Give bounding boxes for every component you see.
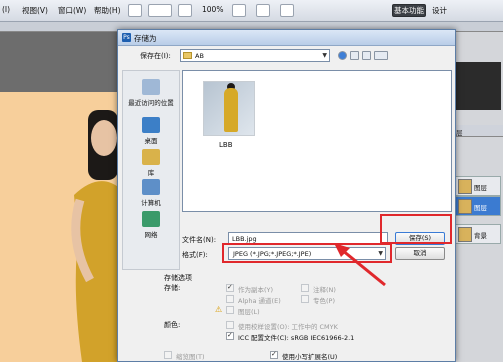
layer-thumbnail <box>458 179 472 194</box>
proof-checkbox[interactable] <box>226 321 234 329</box>
spot-label: 专色(P) <box>313 297 335 305</box>
toolbar-icon[interactable] <box>128 4 142 17</box>
format-label: 格式(F): <box>182 251 208 259</box>
place-label: 库 <box>147 169 155 177</box>
menu-window[interactable]: 窗口(W) <box>58 5 86 16</box>
layer-name: 背景 <box>474 232 487 240</box>
layer-thumbnail <box>458 227 472 242</box>
save-as-dialog: Ps 存储为 保存在(I): AB ▼ 最近访问的位置 桌面 库 计算机 网络 … <box>117 29 456 362</box>
notes-checkbox[interactable] <box>301 284 309 292</box>
recent-places-icon <box>142 79 160 95</box>
zoom-level[interactable]: 100% <box>202 5 223 14</box>
network-icon <box>142 211 160 227</box>
place-recent[interactable]: 最近访问的位置 <box>123 79 179 107</box>
place-label: 网络 <box>144 231 158 239</box>
workspace-button[interactable]: 基本功能 <box>392 4 426 17</box>
proof-label: 使用校样设置(O): 工作中的 CMYK <box>238 323 338 331</box>
layers-tab-label: 层 <box>456 129 463 137</box>
computer-icon <box>142 179 160 195</box>
layer-row-selected[interactable]: 图层 <box>455 196 501 216</box>
menu-help[interactable]: 帮助(H) <box>94 5 121 16</box>
layer-row[interactable]: 图层 <box>455 176 501 196</box>
layer-thumbnail <box>458 199 472 214</box>
place-computer[interactable]: 计算机 <box>123 179 179 207</box>
place-label: 桌面 <box>144 137 158 145</box>
thumbnail-label: 缩览图(T) <box>176 353 205 361</box>
canvas-image <box>71 110 122 362</box>
back-icon[interactable] <box>338 51 347 60</box>
dialog-title: 存储为 <box>134 34 157 43</box>
library-icon <box>142 149 160 165</box>
file-name-label: LBB <box>219 141 233 149</box>
spot-checkbox[interactable] <box>301 295 309 303</box>
storage-label: 存储: <box>164 284 181 292</box>
thumb-figure <box>224 88 238 132</box>
save-in-label: 保存在(I): <box>140 52 171 60</box>
up-folder-icon[interactable] <box>350 51 359 60</box>
toolbar-icon[interactable] <box>280 4 294 17</box>
filename-label: 文件名(N): <box>182 236 217 244</box>
toolbar-icon[interactable] <box>232 4 246 17</box>
photoshop-icon: Ps <box>122 33 131 42</box>
menu-item[interactable]: (I) <box>2 5 10 14</box>
cancel-button[interactable]: 取消 <box>395 247 445 260</box>
layer-name: 图层 <box>474 184 487 192</box>
copy-checkbox[interactable] <box>226 283 234 292</box>
icc-label: ICC 配置文件(C): sRGB IEC61966-2.1 <box>238 334 355 342</box>
save-options-title: 存储选项 <box>164 274 192 282</box>
folder-name: AB <box>195 52 204 60</box>
places-bar: 最近访问的位置 桌面 库 计算机 网络 <box>122 70 180 270</box>
layer-name: 图层 <box>474 204 487 212</box>
menu-view[interactable]: 视图(V) <box>22 5 48 16</box>
annotation-arrow <box>334 243 386 287</box>
ps-menu-bar: (I) 视图(V) 窗口(W) 帮助(H) 100% 基本功能 设计 <box>0 0 503 22</box>
thumbnail-checkbox[interactable] <box>164 351 172 359</box>
place-network[interactable]: 网络 <box>123 211 179 239</box>
warning-icon: ⚠ <box>215 305 223 314</box>
save-in-dropdown[interactable]: AB ▼ <box>180 49 330 62</box>
layers-panel-tab[interactable]: 层 <box>452 125 503 137</box>
file-thumbnail[interactable] <box>203 81 255 136</box>
layers-checkbox[interactable] <box>226 306 234 314</box>
place-libraries[interactable]: 库 <box>123 149 179 177</box>
alpha-checkbox[interactable] <box>226 295 234 303</box>
toolbar-icon[interactable] <box>178 4 192 17</box>
icc-checkbox[interactable] <box>226 331 234 340</box>
layers-label: 图层(L) <box>238 308 260 316</box>
place-label: 计算机 <box>141 199 161 207</box>
toolbar-icon[interactable] <box>148 4 172 17</box>
alpha-label: Alpha 通道(E) <box>238 297 281 305</box>
place-label: 最近访问的位置 <box>128 99 174 107</box>
copy-label: 作为副本(Y) <box>238 286 274 294</box>
color-label: 颜色: <box>164 321 181 329</box>
desktop-icon <box>142 117 160 133</box>
lowercase-ext-checkbox[interactable] <box>270 350 278 359</box>
folder-icon <box>183 52 192 59</box>
dialog-titlebar[interactable]: Ps 存储为 <box>118 30 455 46</box>
lowercase-ext-label: 使用小写扩展名(U) <box>282 353 338 361</box>
design-workspace[interactable]: 设计 <box>432 5 447 16</box>
view-menu-icon[interactable] <box>374 51 388 60</box>
place-desktop[interactable]: 桌面 <box>123 117 179 145</box>
new-folder-icon[interactable] <box>362 51 371 60</box>
layer-row-background[interactable]: 背景 <box>455 224 501 244</box>
color-swatches[interactable] <box>455 62 501 110</box>
file-list[interactable]: LBB <box>182 70 452 212</box>
annotation-box-save <box>380 214 452 244</box>
toolbar-icon[interactable] <box>256 4 270 17</box>
chevron-down-icon: ▼ <box>322 52 327 59</box>
